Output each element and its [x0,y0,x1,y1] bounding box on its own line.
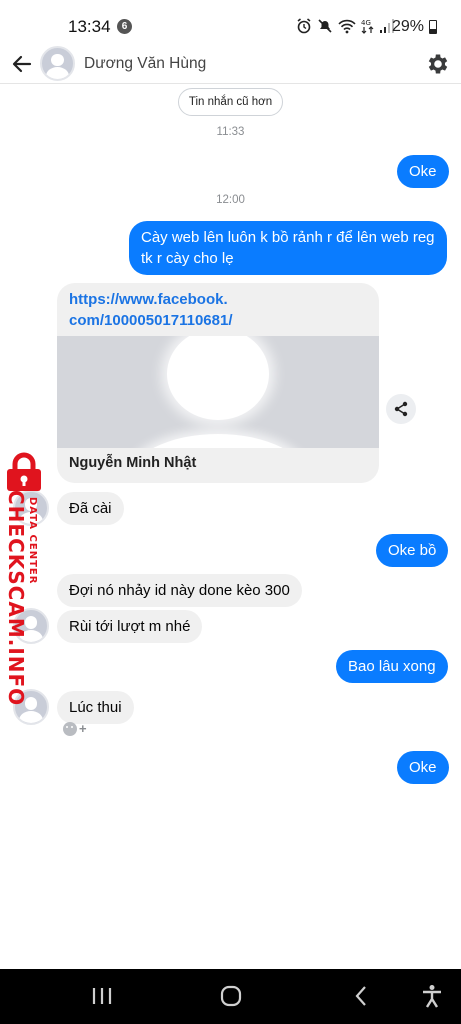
link-preview-card[interactable]: https://www.facebook. com/10000501711068… [57,283,379,483]
message-outgoing[interactable]: Oke [397,751,449,784]
message-outgoing[interactable]: Bao lâu xong [336,650,448,683]
gear-icon[interactable] [425,51,451,77]
message-line: tk r cày cho lẹ [141,250,234,267]
older-messages-button[interactable]: Tin nhắn cũ hơn [178,88,283,116]
contact-name[interactable]: Dương Văn Hùng [84,55,206,73]
4g-signal-icon: 4G [361,19,374,34]
back-icon [355,986,366,1006]
contact-avatar[interactable] [40,46,75,81]
timestamp: 11:33 [216,126,245,138]
link-url[interactable]: https://www.facebook. com/10000501711068… [69,289,232,331]
link-url-line: https://www.facebook. [69,291,228,308]
alarm-icon [297,18,311,34]
battery-icon [429,20,437,34]
message-incoming[interactable]: Lúc thui [57,691,134,724]
plus-icon: + [79,721,87,736]
message-incoming[interactable]: Rùi tới lượt m nhé [57,610,203,643]
watermark-subtext: DATA CENTER [27,497,38,585]
chat-header: Dương Văn Hùng [0,44,461,84]
recents-button[interactable] [90,983,114,1009]
recents-icon [92,988,112,1004]
link-preview-image[interactable] [57,336,379,448]
status-time: 13:34 [68,17,111,36]
home-button[interactable] [218,983,244,1009]
message-incoming[interactable]: Đợi nó nhảy id này done kèo 300 [57,574,302,607]
android-nav-bar [0,969,461,1024]
lock-icon [7,452,41,491]
message-incoming[interactable]: Đã cài [57,492,124,525]
wifi-icon [338,19,356,34]
share-button[interactable] [386,394,416,424]
message-outgoing[interactable]: Oke bồ [376,534,449,567]
link-title[interactable]: Nguyễn Minh Nhật [69,455,196,471]
share-icon [394,401,408,417]
battery-percent: 29% [392,18,425,35]
message-outgoing[interactable]: Oke [397,155,449,188]
status-bar: 13:34 6 4G 29% [0,0,461,44]
mute-icon [318,19,332,33]
status-icons: 4G [296,18,394,34]
arrow-left-icon[interactable] [10,52,34,76]
add-reaction-button[interactable]: + [63,721,87,736]
home-icon [220,985,242,1007]
link-url-line: com/100005017110681/ [69,312,233,329]
svg-text:4G: 4G [361,19,371,27]
notification-count-badge: 6 [117,19,132,34]
accessibility-icon [423,985,441,1008]
accessibility-button[interactable] [420,983,444,1009]
watermark-text: CHECKSCAM.INFO [4,490,28,707]
message-line: Cày web lên luôn k bồ rảnh r để lên web … [141,229,435,246]
message-outgoing[interactable]: Cày web lên luôn k bồ rảnh r để lên web … [129,221,447,275]
timestamp: 12:00 [216,194,245,206]
smiley-icon [63,721,77,736]
nav-back-button[interactable] [350,983,372,1009]
